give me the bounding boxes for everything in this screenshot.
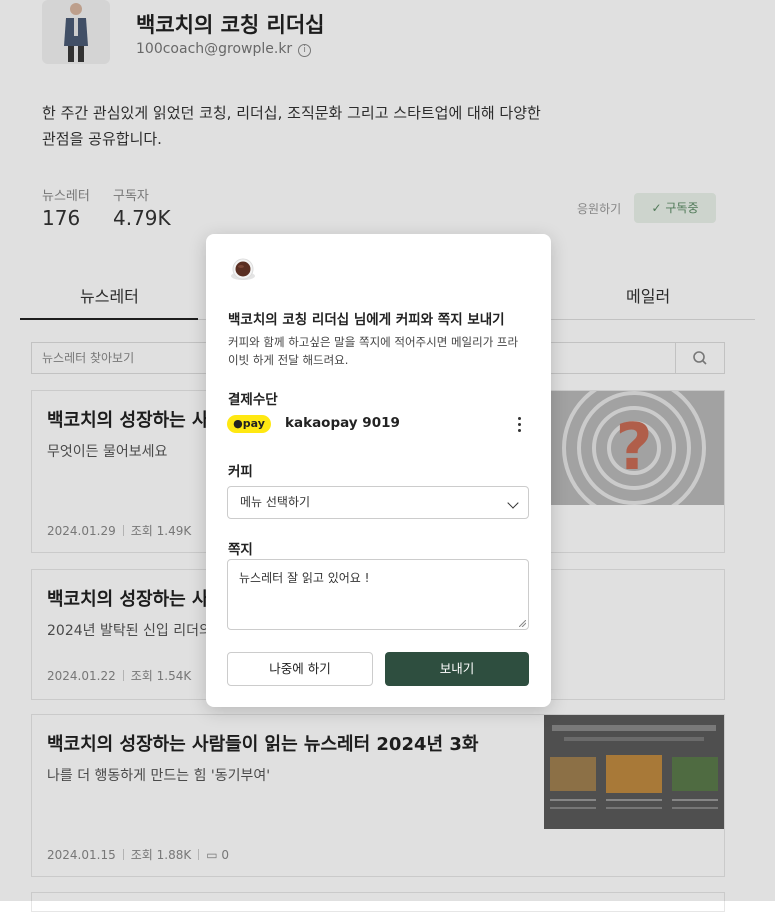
note-textarea[interactable]: 뉴스레터 잘 읽고 있어요 ! [227,559,529,630]
modal-description: 커피와 함께 하고싶은 말을 쪽지에 적어주시면 메일리가 프라이빗 하게 전달… [228,335,519,367]
modal-title: 백코치의 코칭 리더십 님에게 커피와 쪽지 보내기 [228,312,505,328]
coffee-menu-select[interactable]: 메뉴 선택하기 [227,486,529,519]
payment-method-value: kakaopay 9019 [285,415,400,431]
payment-method-label: 결제수단 [228,392,278,408]
coffee-label: 커피 [228,464,253,480]
resize-handle-icon[interactable] [519,620,526,627]
coffee-menu-value: 메뉴 선택하기 [240,495,311,509]
chat-bubble-icon: ● [233,417,243,430]
more-options-icon[interactable] [514,414,526,434]
send-button[interactable]: 보내기 [385,652,529,686]
note-label: 쪽지 [228,542,253,558]
later-button[interactable]: 나중에 하기 [227,652,373,686]
pay-badge-label: pay [242,417,265,430]
coffee-note-modal: 백코치의 코칭 리더십 님에게 커피와 쪽지 보내기 커피와 함께 하고싶은 말… [206,234,551,707]
note-text: 뉴스레터 잘 읽고 있어요 ! [239,571,370,585]
chevron-down-icon [507,497,519,509]
coffee-cup-icon [231,258,255,280]
kakaopay-badge: ●pay [227,415,271,433]
